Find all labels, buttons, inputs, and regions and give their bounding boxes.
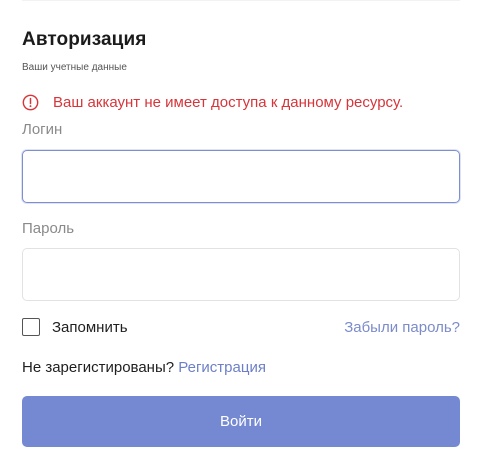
login-button[interactable]: Войти <box>22 396 460 447</box>
page-subtitle: Ваши учетные данные <box>22 62 127 73</box>
remember-me-label: Запомнить <box>52 318 128 336</box>
page-title: Авторизация <box>22 29 147 50</box>
password-label: Пароль <box>22 220 75 237</box>
register-prompt: Не зарегистированы? Регистрация <box>22 359 266 376</box>
error-message: Ваш аккаунт не имеет доступа к данному р… <box>22 94 403 111</box>
checkbox-icon[interactable] <box>22 318 40 336</box>
register-link[interactable]: Регистрация <box>178 359 266 376</box>
forgot-password-link[interactable]: Забыли пароль? <box>344 319 460 336</box>
login-form: Авторизация Ваши учетные данные Ваш акка… <box>0 0 478 473</box>
login-input[interactable] <box>22 150 460 203</box>
remember-me-checkbox[interactable]: Запомнить <box>22 318 128 336</box>
top-divider <box>22 0 460 1</box>
password-input[interactable] <box>22 248 460 301</box>
login-label: Логин <box>22 121 63 138</box>
error-text: Ваш аккаунт не имеет доступа к данному р… <box>53 94 404 111</box>
alert-circle-icon <box>22 94 39 111</box>
not-registered-text: Не зарегистированы? <box>22 359 175 376</box>
